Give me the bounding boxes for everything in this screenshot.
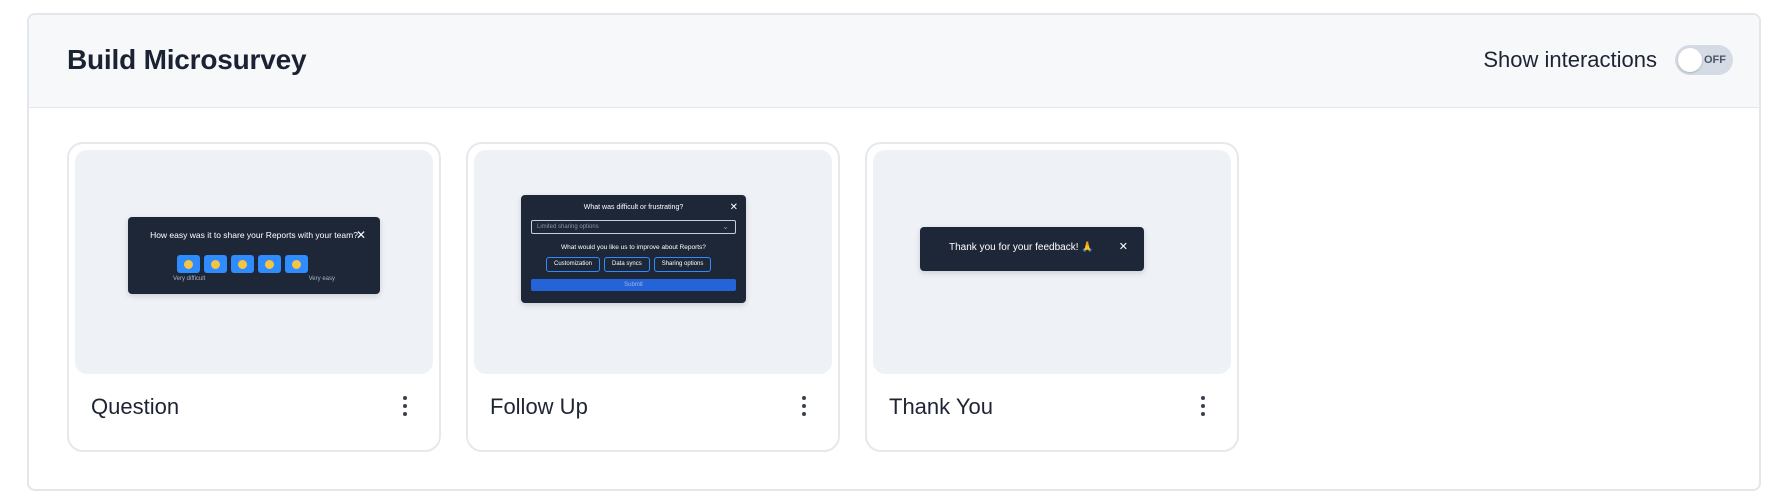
page-title: Build Microsurvey bbox=[67, 44, 307, 75]
survey-widget-question: How easy was it to share your Reports wi… bbox=[128, 217, 380, 294]
emoji-icon bbox=[211, 259, 220, 269]
emoji-icon bbox=[292, 259, 301, 269]
rating-face-5[interactable] bbox=[285, 255, 308, 273]
close-icon[interactable]: ✕ bbox=[1119, 242, 1128, 253]
card-title: Question bbox=[91, 394, 180, 419]
submit-button[interactable]: Submit bbox=[531, 279, 736, 291]
scale-high-label: Very easy bbox=[308, 276, 335, 282]
more-options-icon[interactable] bbox=[798, 392, 810, 420]
rating-face-1[interactable] bbox=[177, 255, 200, 273]
panel-header: Build Microsurvey Show interactions OFF bbox=[29, 15, 1759, 108]
reason-select-value: Limited sharing options bbox=[537, 224, 599, 230]
card-footer: Question bbox=[69, 370, 439, 450]
card-footer: Follow Up bbox=[468, 370, 838, 450]
close-icon[interactable]: ✕ bbox=[356, 229, 366, 241]
widget-question-text: What was difficult or frustrating? bbox=[583, 204, 684, 211]
option-customization[interactable]: Customization bbox=[546, 257, 601, 272]
chevron-down-icon: ⌄ bbox=[722, 222, 729, 231]
rating-face-3[interactable] bbox=[231, 255, 254, 273]
show-interactions-control: Show interactions OFF bbox=[1483, 45, 1733, 75]
card-footer: Thank You bbox=[867, 370, 1237, 450]
widget-followup-question: What would you like us to improve about … bbox=[561, 244, 706, 251]
option-sharing-options[interactable]: Sharing options bbox=[653, 257, 712, 272]
rating-face-4[interactable] bbox=[258, 255, 281, 273]
more-options-icon[interactable] bbox=[1197, 392, 1209, 420]
survey-widget-follow-up: What was difficult or frustrating? ✕ Lim… bbox=[521, 195, 746, 303]
toggle-knob bbox=[1678, 48, 1702, 72]
step-card-follow-up[interactable]: What was difficult or frustrating? ✕ Lim… bbox=[466, 142, 840, 452]
scale-low-label: Very difficult bbox=[173, 276, 206, 282]
toggle-state-text: OFF bbox=[1704, 54, 1726, 66]
option-data-syncs[interactable]: Data syncs bbox=[604, 257, 650, 272]
emoji-icon bbox=[238, 259, 247, 269]
close-icon[interactable]: ✕ bbox=[730, 203, 738, 213]
more-options-icon[interactable] bbox=[399, 392, 411, 420]
widget-question-text: How easy was it to share your Reports wi… bbox=[150, 230, 358, 240]
reason-select[interactable]: Limited sharing options ⌄ bbox=[531, 220, 736, 234]
survey-widget-thank-you: Thank you for your feedback! 🙏 ✕ bbox=[920, 227, 1144, 271]
step-preview: Thank you for your feedback! 🙏 ✕ bbox=[873, 150, 1231, 374]
show-interactions-toggle[interactable]: OFF bbox=[1675, 45, 1733, 75]
emoji-icon bbox=[184, 259, 193, 269]
rating-face-2[interactable] bbox=[204, 255, 227, 273]
step-preview: What was difficult or frustrating? ✕ Lim… bbox=[474, 150, 832, 374]
card-title: Follow Up bbox=[490, 394, 588, 419]
step-card-question[interactable]: How easy was it to share your Reports wi… bbox=[67, 142, 441, 452]
step-preview: How easy was it to share your Reports wi… bbox=[75, 150, 433, 374]
card-title: Thank You bbox=[889, 394, 993, 419]
rating-faces bbox=[177, 255, 308, 273]
build-microsurvey-panel: Build Microsurvey Show interactions OFF … bbox=[27, 13, 1761, 491]
emoji-icon bbox=[265, 259, 274, 269]
improvement-options: Customization Data syncs Sharing options bbox=[546, 257, 712, 272]
thank-you-message: Thank you for your feedback! 🙏 bbox=[949, 242, 1094, 253]
step-card-thank-you[interactable]: Thank you for your feedback! 🙏 ✕ Thank Y… bbox=[865, 142, 1239, 452]
show-interactions-label: Show interactions bbox=[1483, 47, 1657, 72]
